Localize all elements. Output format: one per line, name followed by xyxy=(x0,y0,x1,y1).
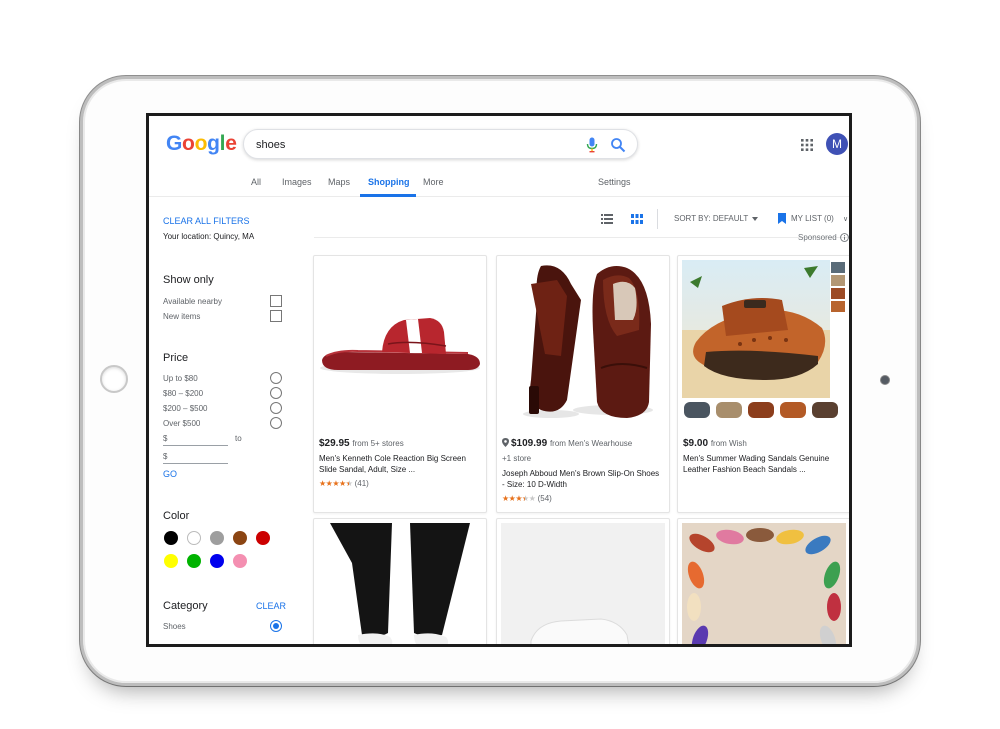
color-swatch[interactable] xyxy=(164,554,178,568)
product-image-leather-beach-sandals[interactable] xyxy=(682,260,846,422)
rating-stars-icon: ★★★★★★ xyxy=(502,494,536,503)
color-swatch[interactable] xyxy=(164,531,178,545)
price-min-symbol: $ xyxy=(163,434,168,443)
price-to-label: to xyxy=(235,434,242,443)
product-card[interactable]: $29.95 from 5+ stores Men's Kenneth Cole… xyxy=(313,255,487,513)
tab-maps[interactable]: Maps xyxy=(328,177,350,187)
category-shoes-label: Shoes xyxy=(163,622,186,631)
apps-grid-icon[interactable] xyxy=(801,139,813,151)
product-card[interactable] xyxy=(496,518,670,647)
location-pin-icon xyxy=(502,438,509,447)
product-title[interactable]: Men's Summer Wading Sandals Genuine Leat… xyxy=(683,453,845,475)
product-price: $9.00 from Wish xyxy=(683,438,747,449)
tab-shopping[interactable]: Shopping xyxy=(368,177,410,187)
color-swatch[interactable] xyxy=(187,531,201,545)
price-200-500-radio[interactable] xyxy=(270,402,282,414)
google-logo[interactable]: Google xyxy=(166,132,237,156)
search-box[interactable] xyxy=(243,129,638,159)
account-avatar[interactable]: M xyxy=(826,133,848,155)
color-swatch[interactable] xyxy=(210,531,224,545)
toolbar-divider xyxy=(657,209,658,229)
product-price-source: from Wish xyxy=(710,439,747,448)
price-option-label: Over $500 xyxy=(163,419,201,428)
color-swatch[interactable] xyxy=(187,554,201,568)
bookmark-icon[interactable] xyxy=(778,213,786,224)
microphone-icon[interactable] xyxy=(585,137,599,153)
review-count: (54) xyxy=(537,494,552,503)
sort-dropdown[interactable]: SORT BY: DEFAULT xyxy=(674,214,748,223)
color-swatch[interactable] xyxy=(233,554,247,568)
product-rating: ★★★★★★ (54) xyxy=(502,494,552,503)
location-text: Your location: Quincy, MA xyxy=(163,232,255,241)
product-image-white-sneakers-black-pants[interactable] xyxy=(318,523,482,647)
tab-more[interactable]: More xyxy=(423,177,444,187)
product-image-white-sneaker[interactable] xyxy=(501,523,665,647)
filter-available-nearby-checkbox[interactable] xyxy=(270,295,282,307)
chevron-down-icon[interactable]: ∨ xyxy=(843,215,848,223)
product-price: $109.99 from Men's Wearhouse xyxy=(502,438,632,449)
product-price-source: from Men's Wearhouse xyxy=(549,439,633,448)
product-extra-stores[interactable]: +1 store xyxy=(502,454,531,463)
product-price: $29.95 from 5+ stores xyxy=(319,438,404,449)
price-up-to-80-radio[interactable] xyxy=(270,372,282,384)
color-heading: Color xyxy=(163,510,190,522)
rating-stars-icon: ★★★★★★ xyxy=(319,479,353,488)
product-card[interactable] xyxy=(313,518,487,647)
product-card[interactable]: $109.99 from Men's Wearhouse +1 store Jo… xyxy=(496,255,670,513)
price-option-label: $80 – $200 xyxy=(163,389,204,398)
review-count: (41) xyxy=(354,479,369,488)
product-image-red-slide-sandal[interactable] xyxy=(318,260,482,422)
price-min-input[interactable] xyxy=(163,445,228,446)
info-icon[interactable] xyxy=(840,233,849,242)
product-image-brown-dress-shoes[interactable] xyxy=(501,260,665,422)
clear-all-filters-link[interactable]: CLEAR ALL FILTERS xyxy=(163,216,250,226)
category-heading: Category xyxy=(163,600,208,612)
filter-available-nearby-label: Available nearby xyxy=(163,297,223,306)
show-only-heading: Show only xyxy=(163,274,214,286)
sort-caret-icon[interactable] xyxy=(752,217,758,221)
product-price-source: from 5+ stores xyxy=(352,439,404,448)
price-max-symbol: $ xyxy=(163,452,168,461)
category-shoes-radio[interactable] xyxy=(270,620,282,632)
filter-new-items-label: New items xyxy=(163,312,201,321)
toolbar-separator xyxy=(314,237,849,238)
price-over-500-radio[interactable] xyxy=(270,417,282,429)
tablet-home-button[interactable] xyxy=(100,365,128,393)
color-swatch[interactable] xyxy=(256,531,270,545)
price-option-label: Up to $80 xyxy=(163,374,198,383)
my-list-button[interactable]: MY LIST (0) xyxy=(791,214,834,223)
search-tabs: All Images Maps Shopping More Settings xyxy=(149,171,849,197)
color-swatch[interactable] xyxy=(210,554,224,568)
tablet-camera xyxy=(880,375,890,385)
price-heading: Price xyxy=(163,352,189,364)
product-rating: ★★★★★★ (41) xyxy=(319,479,369,488)
price-max-input[interactable] xyxy=(163,463,228,464)
product-title[interactable]: Joseph Abboud Men's Brown Slip-On Shoes … xyxy=(502,468,664,490)
sponsored-label: Sponsored xyxy=(798,233,837,242)
category-clear-link[interactable]: CLEAR xyxy=(256,601,286,611)
product-image-colorful-loafers[interactable] xyxy=(682,523,846,647)
product-title[interactable]: Men's Kenneth Cole Reaction Big Screen S… xyxy=(319,453,481,475)
filter-new-items-checkbox[interactable] xyxy=(270,310,282,322)
product-card[interactable]: $9.00 from Wish Men's Summer Wading Sand… xyxy=(677,255,849,513)
grid-view-icon[interactable] xyxy=(631,214,643,224)
price-go-button[interactable]: GO xyxy=(163,469,177,479)
search-icon[interactable] xyxy=(610,137,626,153)
tab-settings[interactable]: Settings xyxy=(598,177,631,187)
list-view-icon[interactable] xyxy=(601,214,613,224)
price-80-200-radio[interactable] xyxy=(270,387,282,399)
product-card[interactable] xyxy=(677,518,849,647)
active-tab-indicator xyxy=(360,194,416,197)
search-input[interactable] xyxy=(256,136,556,154)
color-swatch[interactable] xyxy=(233,531,247,545)
tablet-screen: Google M All Images Maps Shopping More S… xyxy=(146,113,852,647)
price-option-label: $200 – $500 xyxy=(163,404,208,413)
tab-images[interactable]: Images xyxy=(282,177,312,187)
tab-all[interactable]: All xyxy=(251,177,261,187)
